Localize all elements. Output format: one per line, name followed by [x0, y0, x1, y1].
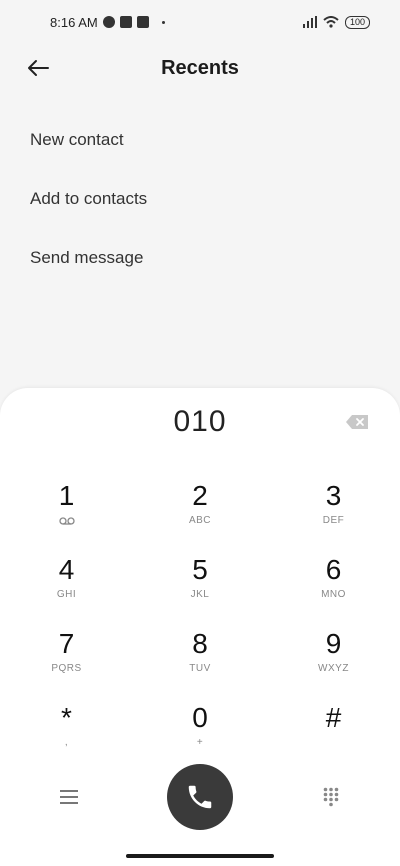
- backspace-button[interactable]: [344, 412, 370, 432]
- key-letters: WXYZ: [318, 663, 349, 674]
- status-time: 8:16 AM: [50, 14, 98, 30]
- upload-notification-icon: [136, 16, 149, 28]
- key-digit: 4: [58, 554, 75, 585]
- dialpad: 010 1 2 ABC 3 DEF 4 GHI 5 JKL 6 MNO 7 PQ…: [0, 388, 400, 866]
- key-digit: 2: [192, 480, 208, 511]
- back-button[interactable]: [24, 54, 52, 82]
- key-digit: 7: [58, 628, 75, 659]
- key-letters: PQRS: [51, 663, 82, 674]
- home-indicator[interactable]: [126, 854, 274, 858]
- key-3[interactable]: 3 DEF: [267, 480, 400, 554]
- key-9[interactable]: 9 WXYZ: [267, 628, 400, 702]
- key-digit: 0: [192, 702, 208, 733]
- notification-icon: [102, 16, 115, 28]
- more-notifications-dot: [161, 20, 165, 24]
- keypad: 1 2 ABC 3 DEF 4 GHI 5 JKL 6 MNO 7 PQRS 8…: [0, 480, 400, 776]
- key-digit: 3: [325, 480, 342, 511]
- status-left: 8:16 AM: [50, 15, 165, 30]
- menu-button[interactable]: [58, 786, 80, 808]
- page-title: Recents: [161, 56, 239, 79]
- key-digit: 6: [325, 554, 342, 585]
- key-4[interactable]: 4 GHI: [0, 554, 133, 628]
- menu-lines-icon: [60, 790, 78, 804]
- phone-icon: [188, 785, 212, 809]
- battery-indicator: 100: [344, 15, 370, 29]
- key-letters: MNO: [321, 589, 346, 600]
- menu-item-new-contact[interactable]: New contact: [0, 110, 400, 169]
- key-digit: 8: [192, 628, 208, 659]
- key-letters: +: [196, 737, 204, 748]
- key-digit: 1: [58, 480, 75, 511]
- menu-item-send-message[interactable]: Send message: [0, 228, 400, 287]
- key-letters: ,: [64, 737, 69, 748]
- call-button[interactable]: [167, 764, 233, 830]
- key-8[interactable]: 8 TUV: [133, 628, 267, 702]
- status-right: 100: [302, 15, 370, 29]
- dialpad-toggle-button[interactable]: [320, 786, 342, 808]
- number-row: 010: [0, 402, 400, 442]
- wifi-icon: [323, 16, 339, 28]
- menu-item-add-to-contacts[interactable]: Add to contacts: [0, 169, 400, 228]
- key-5[interactable]: 5 JKL: [133, 554, 267, 628]
- status-bar: 8:16 AM 100: [0, 0, 400, 44]
- back-arrow-icon: [28, 60, 49, 76]
- key-digit: *: [61, 702, 72, 733]
- dialed-number: 010: [173, 405, 227, 438]
- action-menu: New contact Add to contacts Send message: [0, 110, 400, 287]
- key-1[interactable]: 1: [0, 480, 133, 554]
- dialpad-actions: [0, 762, 400, 832]
- backspace-icon: [346, 415, 368, 429]
- key-letters: GHI: [56, 589, 77, 600]
- key-letters: DEF: [322, 515, 345, 526]
- key-digit: 5: [192, 554, 208, 585]
- key-letters: ABC: [188, 515, 212, 526]
- key-digit: 9: [325, 628, 342, 659]
- key-2[interactable]: 2 ABC: [133, 480, 267, 554]
- key-letters: TUV: [189, 663, 211, 674]
- voicemail-icon: [58, 517, 75, 525]
- key-7[interactable]: 7 PQRS: [0, 628, 133, 702]
- app-notification-icon: [119, 16, 132, 28]
- signal-icon: [302, 16, 317, 28]
- header: Recents: [0, 46, 400, 90]
- key-digit: #: [325, 702, 342, 733]
- key-6[interactable]: 6 MNO: [267, 554, 400, 628]
- dialpad-grid-icon: [323, 787, 339, 807]
- key-letters: JKL: [190, 589, 210, 600]
